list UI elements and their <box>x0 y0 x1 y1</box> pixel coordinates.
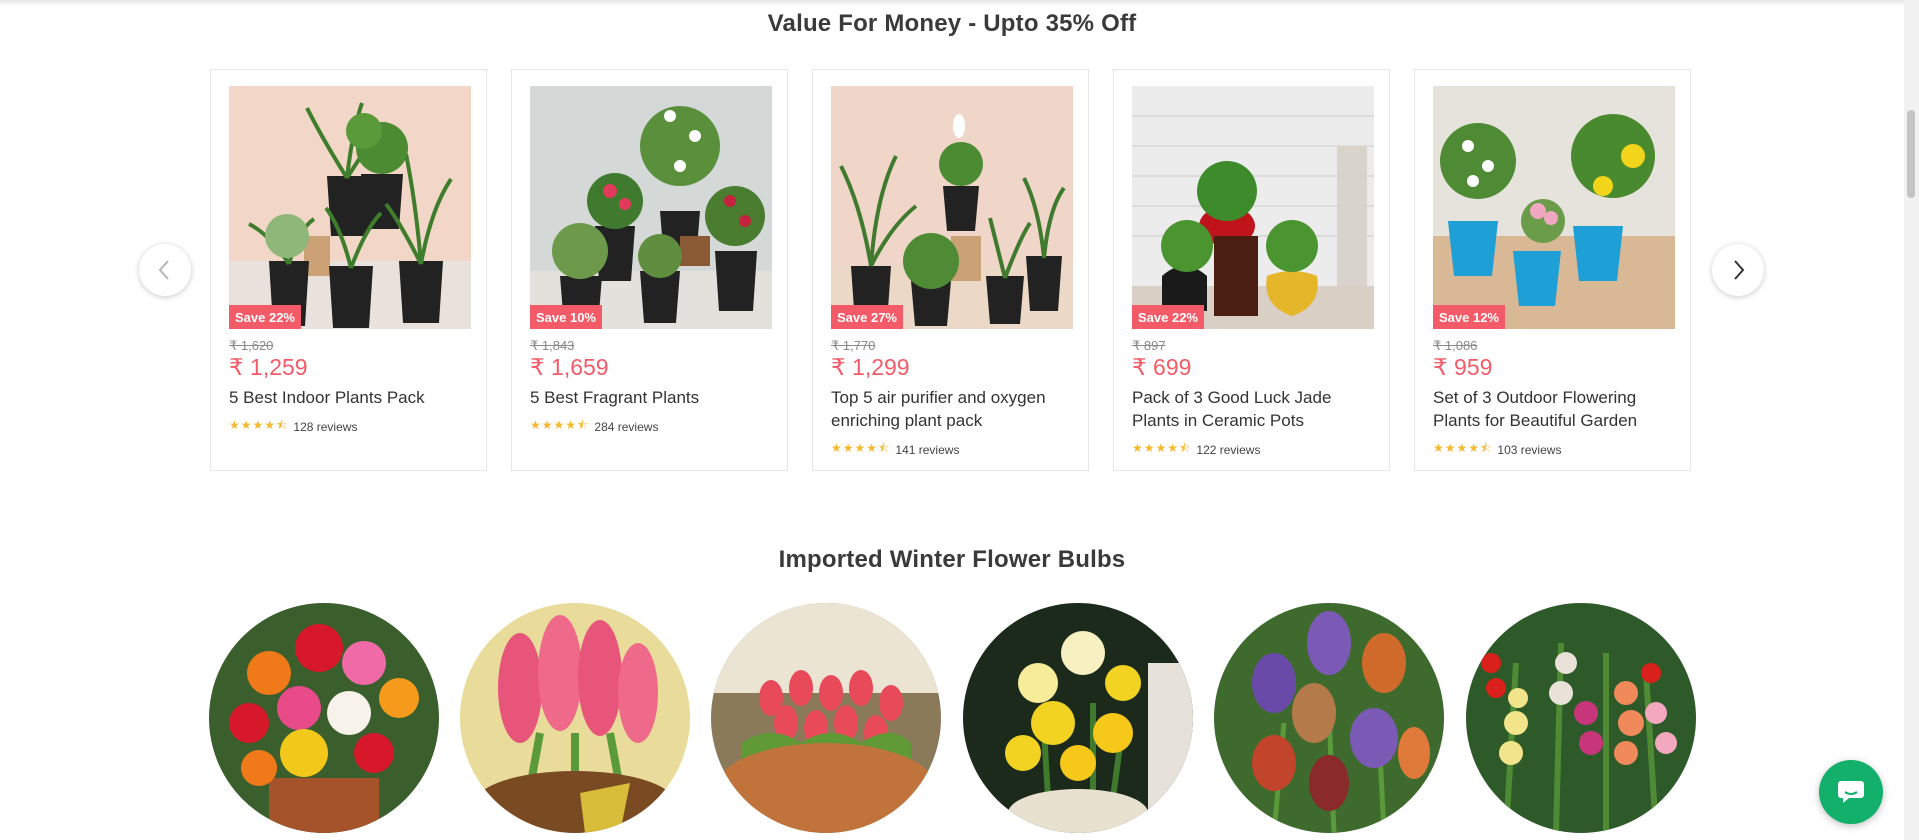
star-rating-icon: ★★★★⯪ <box>831 441 891 455</box>
discount-badge: Save 27% <box>831 305 903 329</box>
product-card[interactable]: Save 10% ₹ 1,843 ₹ 1,659 5 Best Fragrant… <box>511 69 788 471</box>
chat-icon <box>1838 781 1864 803</box>
review-count[interactable]: 284 reviews <box>594 420 658 434</box>
chevron-right-icon <box>1734 260 1745 280</box>
scrollbar-thumb[interactable] <box>1907 110 1915 198</box>
product-rating: ★★★★⯪ 122 reviews <box>1132 439 1260 460</box>
product-image[interactable]: Save 22% <box>1132 86 1374 329</box>
product-rating: ★★★★⯪ 284 reviews <box>530 416 658 437</box>
tulip-image[interactable] <box>711 603 941 833</box>
product-name[interactable]: Pack of 3 Good Luck Jade Plants in Ceram… <box>1132 386 1377 432</box>
discount-badge: Save 12% <box>1433 305 1505 329</box>
star-rating-icon: ★★★★⯪ <box>1433 441 1493 455</box>
product-name[interactable]: Set of 3 Outdoor Flowering Plants for Be… <box>1433 386 1678 432</box>
original-price: ₹ 1,843 <box>530 338 575 353</box>
gladiolus-image[interactable] <box>1466 603 1696 833</box>
product-name[interactable]: 5 Best Indoor Plants Pack <box>229 386 474 409</box>
original-price: ₹ 897 <box>1132 338 1166 353</box>
product-image[interactable]: Save 22% <box>229 86 471 329</box>
review-count[interactable]: 128 reviews <box>293 420 357 434</box>
discount-badge: Save 10% <box>530 305 602 329</box>
review-count[interactable]: 141 reviews <box>895 443 959 457</box>
product-image[interactable]: Save 10% <box>530 86 772 329</box>
sale-price: ₹ 959 <box>1433 354 1493 380</box>
iris-image[interactable] <box>1214 603 1444 833</box>
chat-button[interactable] <box>1819 760 1883 824</box>
product-name[interactable]: Top 5 air purifier and oxygen enriching … <box>831 386 1076 432</box>
product-image[interactable]: Save 27% <box>831 86 1073 329</box>
section-title-winter-bulbs: Imported Winter Flower Bulbs <box>778 546 1126 573</box>
product-rating: ★★★★⯪ 128 reviews <box>229 416 357 437</box>
star-rating-icon: ★★★★⯪ <box>1132 441 1192 455</box>
carousel-next-button[interactable] <box>1712 244 1764 296</box>
discount-badge: Save 22% <box>1132 305 1204 329</box>
original-price: ₹ 1,770 <box>831 338 876 353</box>
product-name[interactable]: 5 Best Fragrant Plants <box>530 386 775 409</box>
original-price: ₹ 1,086 <box>1433 338 1478 353</box>
section-title-value-for-money: Value For Money - Upto 35% Off <box>767 10 1137 37</box>
product-card[interactable]: Save 22% ₹ 897 ₹ 699 Pack of 3 Good Luck… <box>1113 69 1390 471</box>
sale-price: ₹ 1,659 <box>530 354 609 380</box>
header-shadow <box>0 0 1904 6</box>
original-price: ₹ 1,620 <box>229 338 274 353</box>
product-rating: ★★★★⯪ 103 reviews <box>1433 439 1561 460</box>
daffodil-image[interactable] <box>963 603 1193 833</box>
product-card[interactable]: Save 27% ₹ 1,770 ₹ 1,299 Top 5 air purif… <box>812 69 1089 471</box>
review-count[interactable]: 103 reviews <box>1497 443 1561 457</box>
sale-price: ₹ 1,259 <box>229 354 308 380</box>
hyacinth-image[interactable] <box>460 603 690 833</box>
product-card[interactable]: Save 22% ₹ 1,620 ₹ 1,259 5 Best Indoor P… <box>210 69 487 471</box>
product-rating: ★★★★⯪ 141 reviews <box>831 439 959 460</box>
carousel-prev-button[interactable] <box>139 244 191 296</box>
star-rating-icon: ★★★★⯪ <box>530 418 590 432</box>
sale-price: ₹ 699 <box>1132 354 1192 380</box>
star-rating-icon: ★★★★⯪ <box>229 418 289 432</box>
product-image[interactable]: Save 12% <box>1433 86 1675 329</box>
sale-price: ₹ 1,299 <box>831 354 910 380</box>
review-count[interactable]: 122 reviews <box>1196 443 1260 457</box>
ranunculus-image[interactable] <box>209 603 439 833</box>
chevron-left-icon <box>158 260 169 280</box>
discount-badge: Save 22% <box>229 305 301 329</box>
product-card[interactable]: Save 12% ₹ 1,086 ₹ 959 Set of 3 Outdoor … <box>1414 69 1691 471</box>
